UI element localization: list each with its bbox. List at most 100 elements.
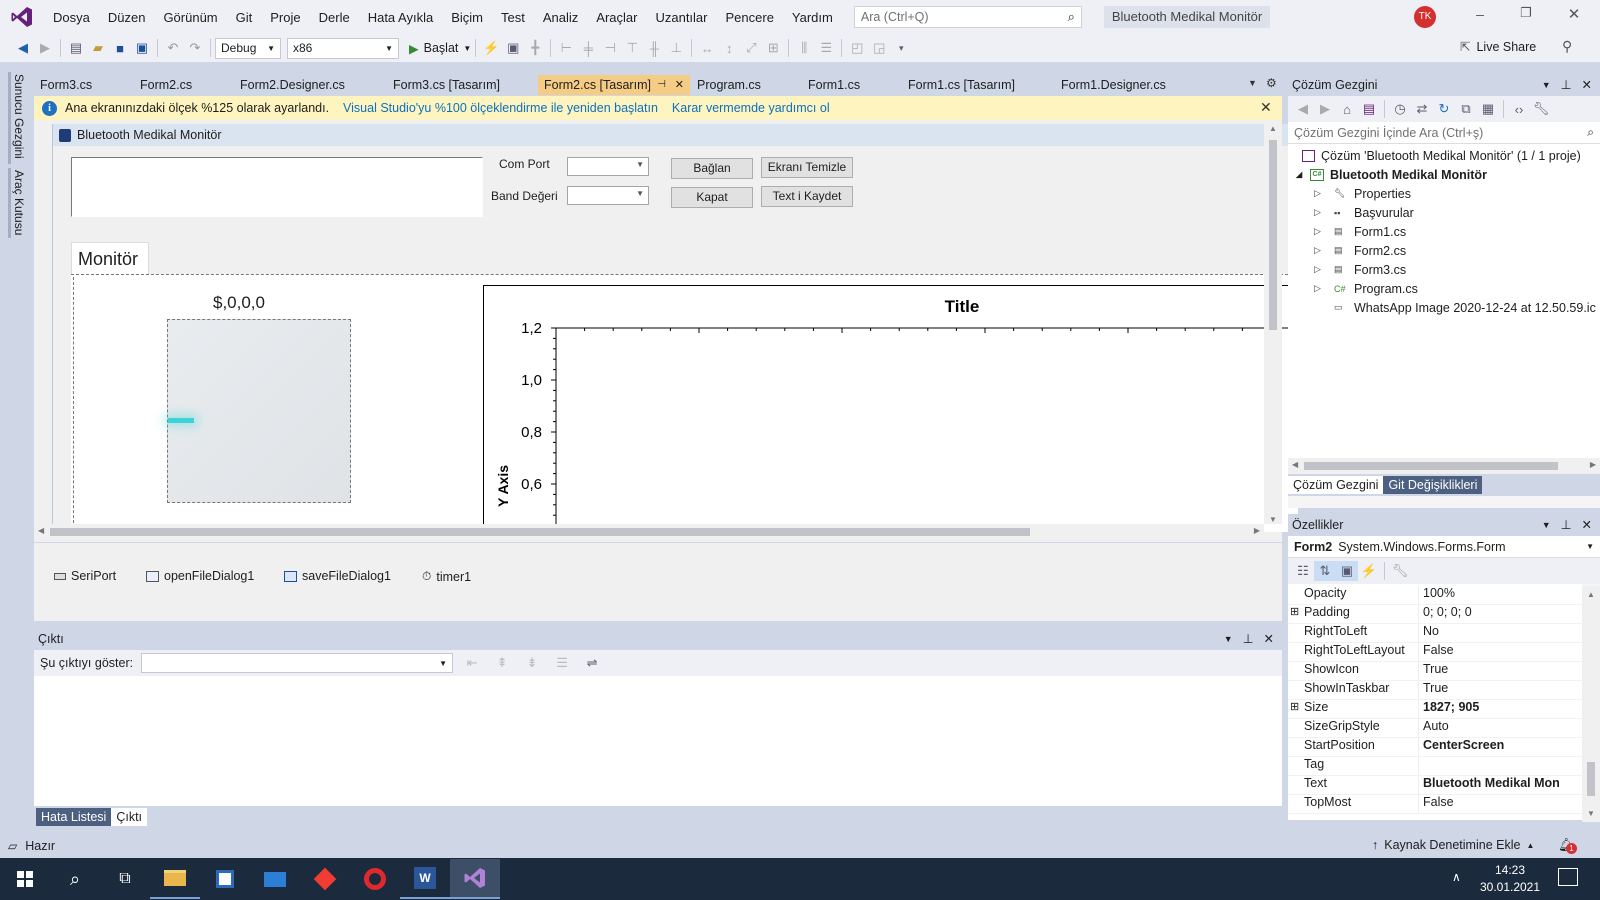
menu-item[interactable]: Biçim (442, 10, 492, 25)
word-wrap-icon[interactable]: ⇌ (581, 653, 603, 673)
connect-button[interactable]: Bağlan (671, 158, 753, 179)
component-timer[interactable]: ⏱ timer1 (422, 569, 471, 584)
editor-tab[interactable]: Form2.cs [Tasarım] ⊣ ✕ (538, 75, 691, 95)
menu-item[interactable]: Analiz (534, 10, 587, 25)
menu-item[interactable]: Araçlar (587, 10, 646, 25)
component-save-dialog[interactable]: saveFileDialog1 (284, 569, 391, 583)
tab-git-changes[interactable]: Git Değişiklikleri (1383, 476, 1483, 494)
editor-tab[interactable]: Form3.cs [Tasarım] (387, 75, 538, 95)
feedback-icon[interactable]: ⚲ (1562, 38, 1572, 55)
clear-screen-button[interactable]: Ekranı Temizle (761, 157, 853, 178)
editor-tab[interactable]: Form3.cs (34, 75, 134, 95)
panel-menu-icon[interactable]: ▼ (1542, 514, 1551, 536)
property-value[interactable]: 100% (1418, 586, 1582, 604)
property-value[interactable]: False (1418, 795, 1582, 813)
property-value[interactable]: 1827; 905 (1418, 700, 1582, 718)
property-pages-icon[interactable]: 🔧︎ (1389, 561, 1411, 581)
editor-tab[interactable]: Program.cs (691, 75, 802, 95)
refresh-icon[interactable]: ↻ (1433, 99, 1455, 119)
collapsed-arrow-icon[interactable]: ▷ (1314, 264, 1334, 275)
sync-icon[interactable]: ⇄ (1411, 99, 1433, 119)
screenshot-icon[interactable]: ▣ (502, 38, 524, 58)
tree-item[interactable]: ▷ 🔧︎ Properties (1288, 184, 1600, 203)
save-text-button[interactable]: Text i Kaydet (761, 186, 853, 207)
tab-output[interactable]: Çıktı (111, 808, 148, 826)
property-row[interactable]: Opacity 100% (1288, 586, 1582, 605)
scroll-thumb[interactable] (1269, 140, 1277, 330)
property-row[interactable]: ShowIcon True (1288, 662, 1582, 681)
events-icon[interactable]: ⚡ (1358, 561, 1380, 581)
open-folder-icon[interactable]: ▰ (87, 38, 109, 58)
minimize-button[interactable]: – (1468, 6, 1492, 22)
back-icon[interactable]: ◀ (1292, 99, 1314, 119)
scroll-down-icon[interactable]: ▼ (1264, 515, 1282, 524)
property-row[interactable]: TopMost False (1288, 795, 1582, 814)
pin-icon[interactable]: ⊣ (657, 75, 666, 95)
pin-icon[interactable]: ⊥ (1243, 628, 1254, 650)
tab-well-gear-icon[interactable]: ⚙ (1266, 76, 1277, 90)
property-row[interactable]: SizeGripStyle Auto (1288, 719, 1582, 738)
close-icon[interactable]: ✕ (1264, 628, 1274, 650)
bring-front-icon[interactable]: ◰ (846, 38, 868, 58)
info-link-help[interactable]: Karar vermemde yardımcı ol (672, 101, 830, 115)
menu-item[interactable]: Test (492, 10, 534, 25)
align-middle-icon[interactable]: ╫ (643, 38, 665, 58)
word-icon[interactable]: W (400, 859, 450, 899)
live-share-button[interactable]: ⇱ Live Share (1460, 39, 1536, 55)
align-grid-icon[interactable]: ╋ (524, 38, 546, 58)
horizontal-spacing-icon[interactable]: ⫼ (793, 38, 815, 58)
property-vscrollbar[interactable]: ▲ ▼ (1582, 586, 1600, 822)
editor-tab[interactable]: Form1.cs [Tasarım] (902, 75, 1055, 95)
property-value[interactable]: CenterScreen (1418, 738, 1582, 756)
property-row[interactable]: ⊞ Padding 0; 0; 0; 0 (1288, 605, 1582, 624)
start-button[interactable]: ▶ Başlat ▼ (409, 41, 471, 56)
close-tab-icon[interactable]: ✕ (675, 75, 684, 95)
pending-changes-icon[interactable]: ◷ (1389, 99, 1411, 119)
vertical-spacing-icon[interactable]: ☰ (815, 38, 837, 58)
prev-message-icon[interactable]: ⇞ (491, 653, 513, 673)
send-back-icon[interactable]: ◲ (868, 38, 890, 58)
panel-menu-icon[interactable]: ▼ (1224, 628, 1233, 650)
hot-reload-icon[interactable]: ⚡ (480, 38, 502, 58)
properties-tab-icon[interactable]: ▣ (1336, 561, 1358, 581)
align-left-icon[interactable]: ⊢ (555, 38, 577, 58)
scroll-right-icon[interactable]: ▶ (1254, 526, 1260, 535)
component-serial-port[interactable]: SeriPort (54, 569, 116, 583)
search-icon[interactable]: ⌕ (50, 859, 100, 899)
visual-studio-icon[interactable] (450, 859, 500, 899)
redo-icon[interactable]: ↷ (184, 38, 206, 58)
editor-tab[interactable]: Form1.Designer.cs (1055, 75, 1208, 95)
component-open-dialog[interactable]: openFileDialog1 (146, 569, 254, 583)
align-top-icon[interactable]: ⊤ (621, 38, 643, 58)
menu-item[interactable]: Hata Ayıkla (359, 10, 443, 25)
tree-item[interactable]: ▷ ▪▪ Başvurular (1288, 203, 1600, 222)
find-message-icon[interactable]: ⇤ (461, 653, 483, 673)
menu-item[interactable]: Dosya (44, 10, 99, 25)
menu-item[interactable]: Derle (310, 10, 359, 25)
property-row[interactable]: ⊞ Size 1827; 905 (1288, 700, 1582, 719)
tree-hscrollbar[interactable]: ◀ ▶ (1288, 458, 1600, 474)
tab-error-list[interactable]: Hata Listesi (36, 808, 112, 826)
scroll-up-icon[interactable]: ▲ (1582, 590, 1600, 599)
property-row[interactable]: RightToLeftLayout False (1288, 643, 1582, 662)
scroll-down-icon[interactable]: ▼ (1582, 809, 1600, 818)
taskbar-clock[interactable]: 14:23 30.01.2021 (1474, 862, 1546, 896)
mail-icon[interactable] (250, 859, 300, 899)
menu-item[interactable]: Pencere (717, 10, 783, 25)
new-project-icon[interactable]: ▤ (65, 38, 87, 58)
panel-menu-icon[interactable]: ▼ (1542, 74, 1551, 96)
scroll-thumb[interactable] (1304, 462, 1558, 470)
scroll-left-icon[interactable]: ◀ (1292, 460, 1298, 469)
property-value[interactable]: True (1418, 681, 1582, 699)
pin-icon[interactable]: ⊥ (1561, 74, 1572, 96)
menu-item[interactable]: Proje (261, 10, 309, 25)
save-icon[interactable]: ■ (109, 38, 131, 58)
close-window-button[interactable]: ✕ (1562, 5, 1586, 23)
restore-button[interactable]: ❐ (1514, 5, 1538, 21)
source-control-button[interactable]: ↑ Kaynak Denetimine Ekle ▲ (1372, 838, 1534, 852)
property-value[interactable]: True (1418, 662, 1582, 680)
close-icon[interactable]: ✕ (1582, 74, 1592, 96)
expand-icon[interactable]: ⊞ (1290, 605, 1299, 618)
solution-search-box[interactable]: Çözüm Gezgini İçinde Ara (Ctrl+ş) ⌕ (1288, 122, 1600, 144)
scroll-up-icon[interactable]: ▲ (1264, 124, 1282, 136)
